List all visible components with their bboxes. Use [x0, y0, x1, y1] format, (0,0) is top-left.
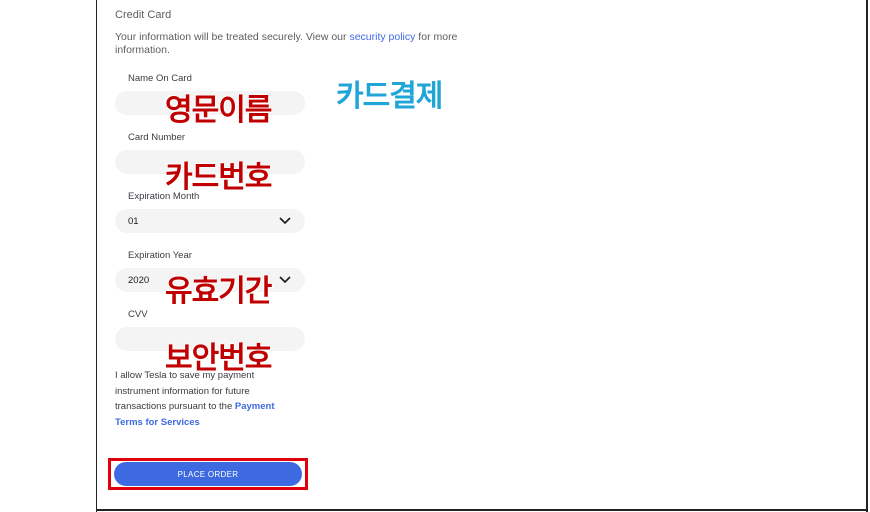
chevron-down-icon — [279, 274, 291, 286]
annotation-validity-period: 유효기간 — [165, 274, 272, 309]
intro-prefix: Your information will be treated securel… — [115, 31, 350, 43]
frame-border-right — [866, 0, 868, 512]
annotation-card-payment: 카드결제 — [336, 79, 443, 114]
place-order-button[interactable]: PLACE ORDER — [114, 462, 302, 486]
annotation-card-number: 카드번호 — [165, 160, 272, 195]
card-number-label: Card Number — [128, 132, 186, 143]
annotation-security-code: 보안번호 — [165, 341, 272, 376]
chevron-down-icon — [279, 215, 291, 227]
security-intro: Your information will be treated securel… — [115, 31, 487, 57]
consent-text: I allow Tesla to save my payment instrum… — [115, 368, 300, 430]
cvv-label: CVV — [128, 309, 148, 320]
expiration-month-select[interactable]: 01 — [115, 209, 305, 233]
security-policy-link[interactable]: security policy — [349, 31, 415, 43]
frame-border-left — [96, 0, 97, 512]
expiration-year-label: Expiration Year — [128, 250, 192, 261]
expiration-year-value: 2020 — [128, 274, 150, 286]
frame-border-bottom — [96, 509, 868, 511]
expiration-month-value: 01 — [128, 215, 139, 227]
name-on-card-label: Name On Card — [128, 73, 192, 84]
section-title: Credit Card — [115, 9, 172, 21]
annotation-english-name: 영문이름 — [165, 93, 272, 128]
